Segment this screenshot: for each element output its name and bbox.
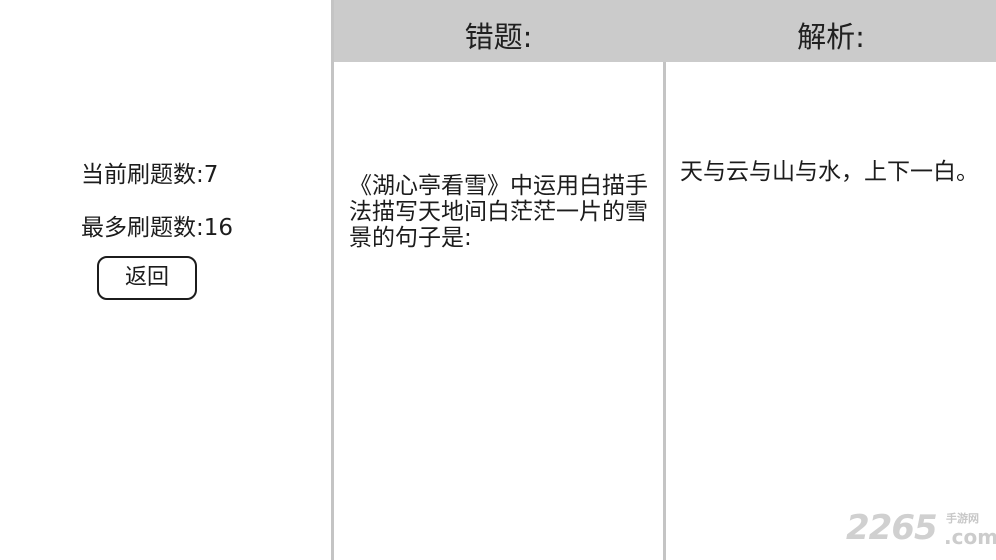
- analysis-text: 天与云与山与水，上下一白。: [680, 159, 979, 185]
- site-watermark-logo: 2265 手游网 .com: [846, 508, 996, 554]
- watermark-cn-text: 手游网: [946, 512, 979, 525]
- question-text: 《湖心亭看雪》中运用白描手法描写天地间白茫茫一片的雪景的句子是:: [349, 173, 648, 251]
- best-count-label: 最多刷题数:16: [81, 215, 234, 241]
- current-count-label: 当前刷题数:7: [81, 162, 219, 188]
- watermark-domain: .com: [944, 525, 996, 549]
- analysis-header: 解析:: [797, 20, 865, 54]
- back-button[interactable]: 返回: [97, 256, 197, 300]
- stats-panel: 当前刷题数:7 最多刷题数:16 返回: [0, 0, 331, 560]
- header-bar: 错题: 解析:: [334, 0, 996, 62]
- wrong-question-header: 错题:: [464, 20, 533, 54]
- column-divider-left: [331, 0, 334, 560]
- column-divider-right: [663, 0, 666, 560]
- watermark-digits: 2265: [846, 508, 938, 548]
- quiz-screen: 当前刷题数:7 最多刷题数:16 返回 错题: 解析: 《湖心亭看雪》中运用白描…: [0, 0, 996, 560]
